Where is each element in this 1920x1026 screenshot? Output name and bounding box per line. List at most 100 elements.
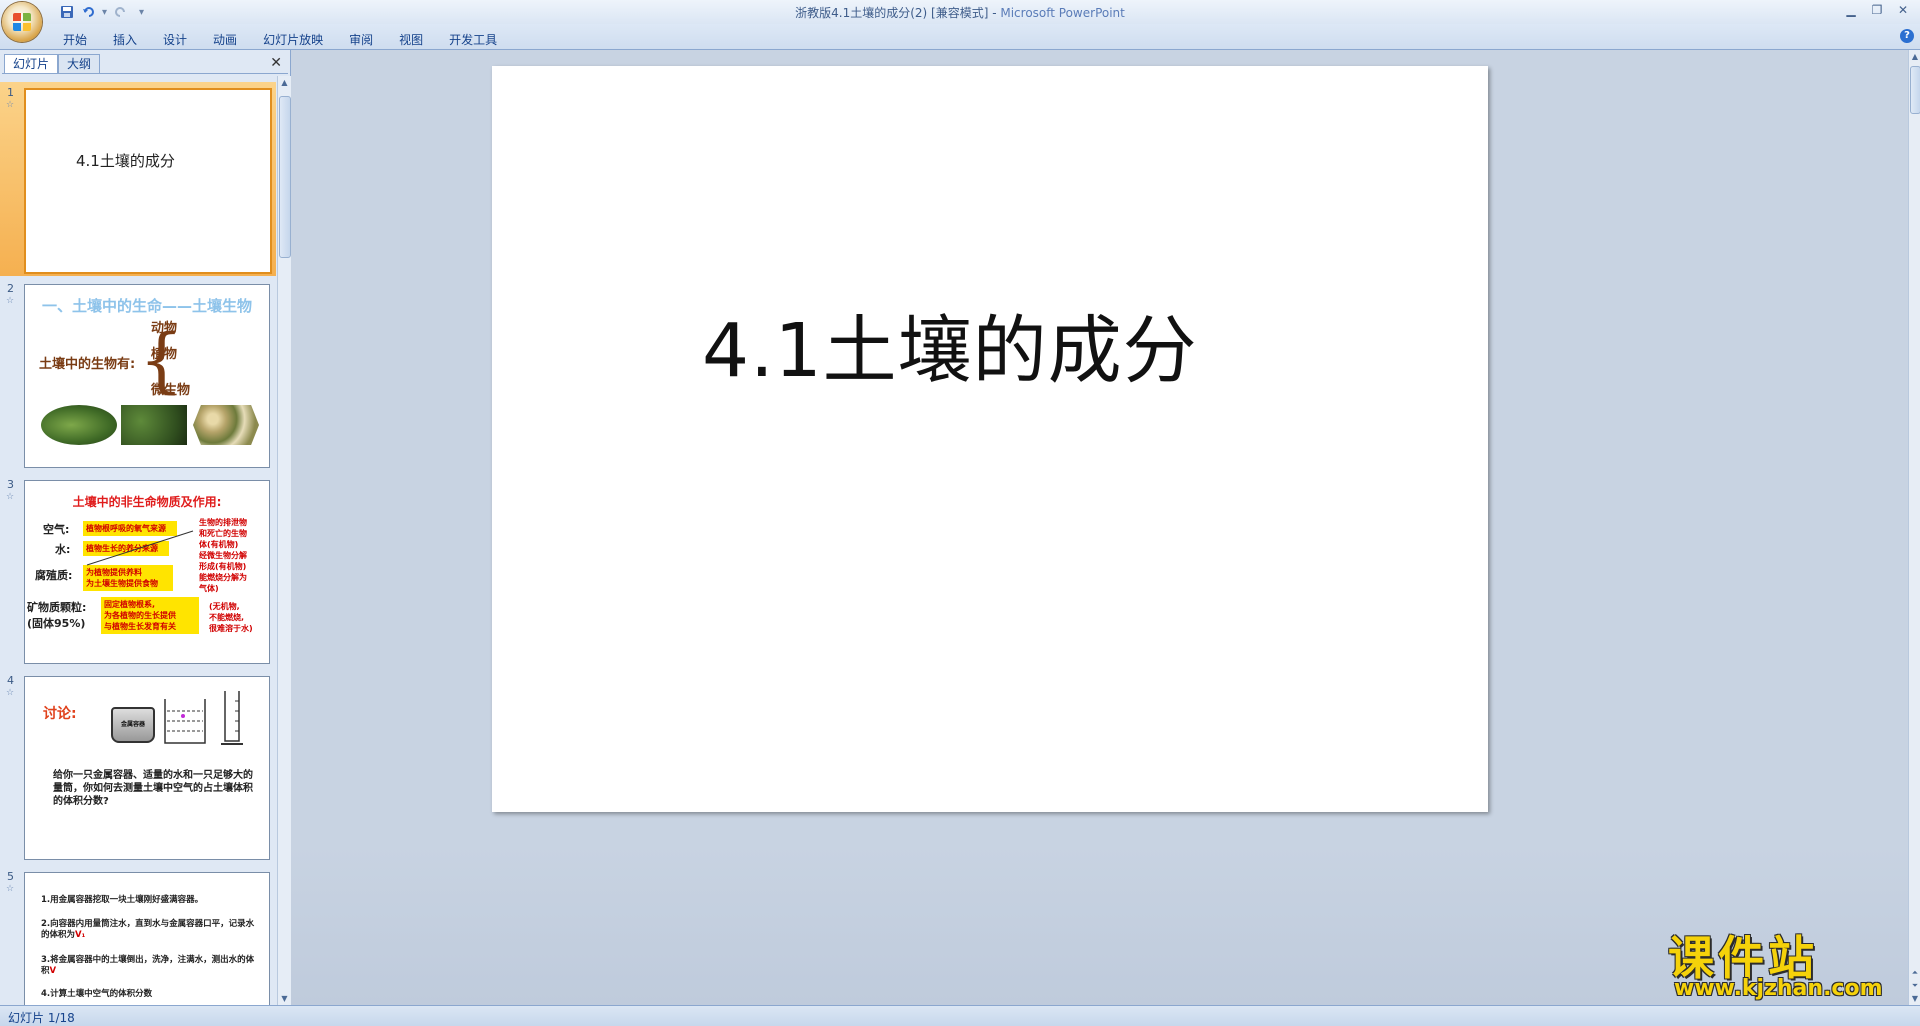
title-bar: ▾ ▾ 浙教版4.1土壤的成分(2) [兼容模式] - Microsoft Po…	[0, 0, 1920, 42]
step-text: 3.将金属容器中的土壤倒出，洗净，注满水，测出水的体积	[41, 955, 255, 976]
note-line: 生物的排泄物	[199, 518, 247, 527]
slide-thumbnail-1[interactable]: 1 ☆ 4.1土壤的成分	[0, 82, 276, 276]
close-icon[interactable]: ✕	[1890, 1, 1916, 19]
tab-view[interactable]: 视图	[386, 28, 436, 51]
note-line: 形成(有机物)	[199, 562, 247, 571]
next-slide-icon[interactable]: ⏷	[1909, 979, 1920, 992]
container-label: 金属容器	[120, 721, 145, 728]
tab-review[interactable]: 审阅	[336, 28, 386, 51]
slide-number: 3	[7, 478, 14, 491]
tab-slides[interactable]: 幻灯片	[4, 54, 59, 73]
scroll-up-icon[interactable]: ▲	[278, 76, 291, 89]
scrollbar-thumb[interactable]	[279, 96, 291, 258]
slide-thumbnail-2[interactable]: 2 ☆ 一、土壤中的生命——土壤生物 土壤中的生物有: { 动物 植物 微生物	[0, 278, 276, 472]
restore-icon[interactable]: ❐	[1864, 1, 1890, 19]
close-pane-icon[interactable]: ✕	[270, 55, 282, 71]
tab-developer[interactable]: 开发工具	[436, 28, 510, 51]
thumbnail-canvas: 讨论: 金属容器 给你一只金属容器、适量的水和一只足够大的量筒，你如何去测量土壤…	[24, 676, 270, 860]
thumbnail-canvas: 1.用金属容器挖取一块土壤刚好盛满容器。 2.向容器内用量筒注水，直到水与金属容…	[24, 872, 270, 1005]
office-button[interactable]	[2, 2, 42, 42]
slide-thumbnail-5[interactable]: 5 ☆ 1.用金属容器挖取一块土壤刚好盛满容器。 2.向容器内用量筒注水，直到水…	[0, 866, 276, 1005]
animation-star-icon: ☆	[6, 492, 15, 502]
label-humus: 腐殖质:	[35, 569, 73, 582]
note-organic: 生物的排泄物 和死亡的生物 体(有机物) 经微生物分解 形成(有机物) 能燃烧分…	[199, 517, 247, 594]
animation-star-icon: ☆	[6, 296, 15, 306]
window-title: 浙教版4.1土壤的成分(2) [兼容模式] - Microsoft PowerP…	[0, 4, 1920, 21]
notes-area-background	[291, 845, 1908, 1005]
thumbnail-title: 讨论:	[43, 706, 77, 722]
box-line: 与植物生长发育有关	[104, 622, 176, 631]
slide-number: 4	[7, 674, 14, 687]
step-line: 4.计算土壤中空气的体积分数	[41, 989, 256, 1000]
step-line: 1.用金属容器挖取一块土壤刚好盛满容器。	[41, 895, 241, 906]
slide-thumbnail-3[interactable]: 3 ☆ 土壤中的非生命物质及作用: 空气: 水: 腐殖质: 矿物质颗粒: (固体…	[0, 474, 276, 668]
label-water: 水:	[55, 543, 71, 556]
thumbnail-canvas: 4.1土壤的成分	[24, 88, 272, 274]
thumbnail-item: 微生物	[151, 383, 191, 398]
box-line: 为土壤生物提供食物	[86, 579, 158, 588]
tab-insert[interactable]: 插入	[100, 28, 150, 51]
step-text: 4.计算土壤中空气的体积分数	[41, 989, 153, 999]
thumbnail-item: 植物	[151, 347, 178, 362]
slide-title[interactable]: 4.1土壤的成分	[702, 291, 1198, 398]
label-air: 空气:	[43, 523, 70, 536]
note-line: 经微生物分解	[199, 551, 247, 560]
label-solid: (固体95%)	[27, 617, 86, 630]
tab-animations[interactable]: 动画	[200, 28, 250, 51]
slide-counter: 幻灯片 1/18	[8, 1011, 75, 1025]
scroll-up-icon[interactable]: ▲	[1909, 50, 1920, 63]
slide-canvas[interactable]: 4.1土壤的成分	[492, 66, 1488, 812]
office-logo-icon	[13, 13, 31, 31]
tab-slideshow[interactable]: 幻灯片放映	[250, 28, 336, 51]
photo-plant-icon	[121, 405, 187, 445]
photo-microbe-icon	[193, 405, 259, 445]
connector-line	[86, 530, 194, 566]
thumbnails-scrollbar[interactable]: ▲ ▼	[277, 76, 291, 1005]
note-line: 和死亡的生物	[199, 529, 247, 538]
tab-home[interactable]: 开始	[50, 28, 100, 51]
help-icon[interactable]: ?	[1900, 29, 1914, 43]
watermark-url: www.kjzhan.com	[1674, 976, 1883, 1001]
tab-design[interactable]: 设计	[150, 28, 200, 51]
measuring-cylinder-icon	[221, 691, 243, 745]
step-text: 1.用金属容器挖取一块土壤刚好盛满容器。	[41, 895, 204, 905]
status-bar: 幻灯片 1/18	[0, 1005, 1920, 1026]
step-variable: V₁	[75, 930, 86, 940]
thumbnail-item: 动物	[151, 321, 178, 336]
minimize-icon[interactable]: ▁	[1838, 1, 1864, 19]
ribbon-tabs: 开始 插入 设计 动画 幻灯片放映 审阅 视图 开发工具	[50, 28, 510, 51]
thumbnail-title: 土壤中的非生命物质及作用:	[72, 495, 222, 509]
note-line: 很难溶于水)	[209, 624, 253, 633]
note-line: 体(有机物)	[199, 540, 239, 549]
animation-star-icon: ☆	[6, 884, 15, 894]
main-scrollbar[interactable]: ▲ ⏶ ⏷ ▼	[1908, 50, 1920, 1005]
thumbnail-title: 一、土壤中的生命——土壤生物	[41, 297, 252, 315]
slide-number: 2	[7, 282, 14, 295]
step-variable: V	[49, 966, 57, 976]
thumbnail-title: 4.1土壤的成分	[76, 152, 175, 170]
beaker-icon	[164, 699, 206, 744]
note-line: 能燃烧分解为	[199, 573, 247, 582]
animation-star-icon: ☆	[6, 688, 15, 698]
box-line: 为各植物的生长提供	[104, 611, 176, 620]
note-line: 气体)	[199, 584, 219, 593]
label-minerals: 矿物质颗粒:	[27, 601, 87, 614]
thumbnail-text: 给你一只金属容器、适量的水和一只足够大的量筒，你如何去测量土壤中空气的占土壤体积…	[53, 770, 253, 807]
scroll-down-icon[interactable]: ▼	[1909, 992, 1920, 1005]
step-text: 2.向容器内用量筒注水，直到水与金属容器口平，记录水的体积为	[41, 919, 255, 940]
scroll-down-icon[interactable]: ▼	[278, 992, 291, 1005]
scrollbar-thumb[interactable]	[1910, 66, 1920, 114]
box-minerals: 固定植物根系, 为各植物的生长提供 与植物生长发育有关	[101, 597, 199, 634]
document-title: 浙教版4.1土壤的成分(2) [兼容模式] -	[795, 6, 1001, 20]
ribbon: 开始 插入 设计 动画 幻灯片放映 审阅 视图 开发工具 ?	[0, 24, 1920, 50]
slides-pane: 幻灯片 大纲 ✕ 1 ☆ 4.1土壤的成分 2 ☆ 一、土壤中的生命——土壤生物…	[0, 50, 291, 1005]
window-controls: ▁ ❐ ✕	[1838, 1, 1916, 19]
previous-slide-icon[interactable]: ⏶	[1909, 966, 1920, 979]
slide-thumbnail-4[interactable]: 4 ☆ 讨论: 金属容器 给你一只金属容器、适量的水和一只足够大的量筒，你如何去…	[0, 670, 276, 864]
thumbnail-label: 土壤中的生物有:	[39, 357, 136, 372]
pane-tabs: 幻灯片 大纲 ✕	[2, 52, 288, 74]
app-name: Microsoft PowerPoint	[1000, 6, 1125, 20]
animation-star-icon: ☆	[6, 100, 15, 110]
tab-outline[interactable]: 大纲	[58, 54, 101, 73]
photo-animal-icon	[41, 405, 117, 445]
